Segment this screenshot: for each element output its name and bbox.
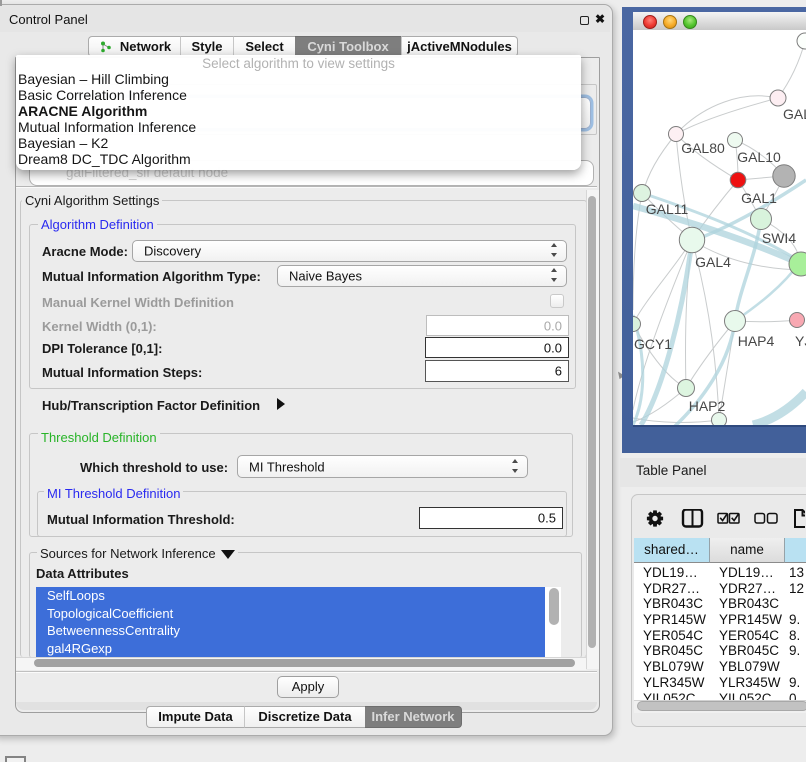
svg-text:GAL4: GAL4 [695,254,731,270]
svg-text:HAP2: HAP2 [689,398,726,414]
svg-text:GAL7: GAL7 [783,106,806,122]
svg-text:GAL11: GAL11 [646,201,689,217]
svg-text:GCY1: GCY1 [634,336,672,352]
svg-text:GAL10: GAL10 [737,149,781,165]
svg-text:YJ: YJ [795,333,806,349]
svg-text:SWI4: SWI4 [762,230,796,246]
svg-text:GAL1: GAL1 [741,190,777,206]
svg-text:GAL80: GAL80 [681,140,725,156]
svg-text:HAP4: HAP4 [738,333,775,349]
